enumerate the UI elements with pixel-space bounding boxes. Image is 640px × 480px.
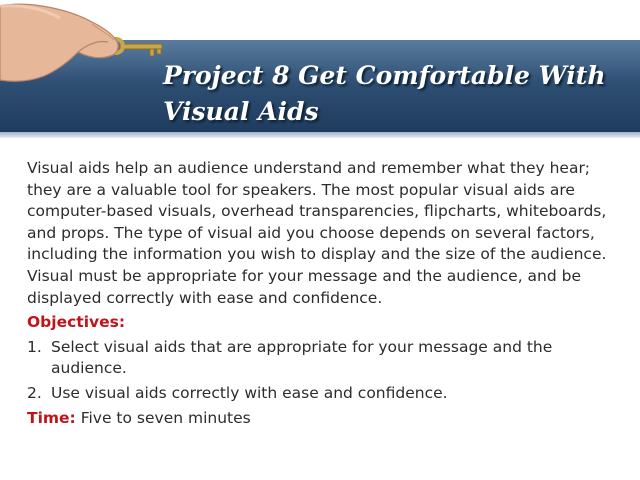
list-item: 1. Select visual aids that are appropria… <box>27 337 617 380</box>
time-value: Five to seven minutes <box>80 408 251 427</box>
time-label: Time: <box>27 408 76 427</box>
objectives-list: 1. Select visual aids that are appropria… <box>27 337 617 405</box>
list-item-number: 1. <box>27 337 42 356</box>
objectives-heading: Objectives: <box>27 313 126 332</box>
list-item: 2. Use visual aids correctly with ease a… <box>27 383 617 405</box>
time-line: Time: Five to seven minutes <box>27 408 617 430</box>
list-item-text: Select visual aids that are appropriate … <box>51 337 553 378</box>
list-item-number: 2. <box>27 383 42 402</box>
hand-holding-key-icon <box>0 3 163 82</box>
banner-divider <box>0 132 640 138</box>
slide-title: Project 8 Get Comfortable With Visual Ai… <box>163 61 606 126</box>
list-item-text: Use visual aids correctly with ease and … <box>51 383 448 402</box>
slide-body: Visual aids help an audience understand … <box>27 158 617 429</box>
intro-paragraph: Visual aids help an audience understand … <box>27 159 607 307</box>
